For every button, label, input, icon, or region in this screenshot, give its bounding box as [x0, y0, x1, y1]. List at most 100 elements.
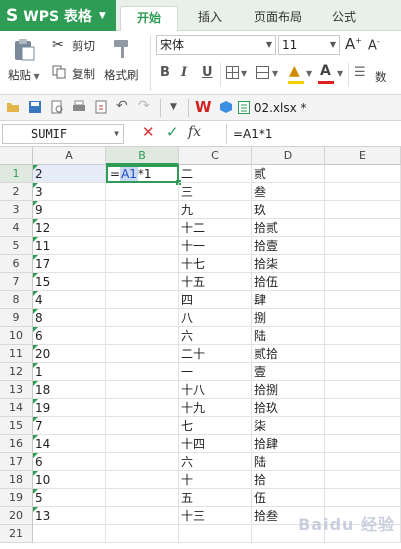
- row-header[interactable]: 11: [0, 345, 33, 363]
- cell-c5[interactable]: 十一: [179, 237, 252, 255]
- number-format-button[interactable]: 数: [375, 69, 387, 85]
- cell-c9[interactable]: 八: [179, 309, 252, 327]
- name-box[interactable]: SUMIF ▼: [2, 124, 124, 144]
- redo-icon[interactable]: ↷: [138, 98, 150, 114]
- merge-cells-icon[interactable]: [256, 66, 269, 79]
- increase-font-icon[interactable]: A+: [345, 35, 362, 53]
- decrease-font-icon[interactable]: A-: [368, 37, 380, 53]
- cell-a14[interactable]: 19: [33, 399, 106, 417]
- borders-icon[interactable]: [226, 66, 239, 79]
- cell-e2[interactable]: [325, 183, 401, 201]
- italic-button[interactable]: I: [181, 65, 187, 80]
- cell-b21[interactable]: [106, 525, 179, 543]
- cell-b7[interactable]: [106, 273, 179, 291]
- open-folder-icon[interactable]: [6, 100, 20, 114]
- row-header[interactable]: 13: [0, 381, 33, 399]
- cell-e3[interactable]: [325, 201, 401, 219]
- cell-a7[interactable]: 15: [33, 273, 106, 291]
- cell-e5[interactable]: [325, 237, 401, 255]
- cell-d19[interactable]: 伍: [252, 489, 325, 507]
- cell-d15[interactable]: 柒: [252, 417, 325, 435]
- cell-e12[interactable]: [325, 363, 401, 381]
- cell-b3[interactable]: [106, 201, 179, 219]
- cell-b15[interactable]: [106, 417, 179, 435]
- cell-d14[interactable]: 拾玖: [252, 399, 325, 417]
- select-all-corner[interactable]: [0, 147, 33, 165]
- align-icon[interactable]: ☰: [354, 65, 366, 80]
- cell-a16[interactable]: 14: [33, 435, 106, 453]
- formula-input[interactable]: =A1*1: [226, 124, 399, 144]
- font-color-icon[interactable]: A: [320, 63, 331, 79]
- column-header-d[interactable]: D: [252, 147, 325, 165]
- cell-e14[interactable]: [325, 399, 401, 417]
- undo-icon[interactable]: ↶: [116, 98, 128, 114]
- cell-a1[interactable]: 2: [33, 165, 106, 183]
- tab-insert[interactable]: 插入: [188, 6, 232, 31]
- column-header-a[interactable]: A: [33, 147, 106, 165]
- font-name-select[interactable]: 宋体 ▼: [156, 35, 276, 55]
- cell-a10[interactable]: 6: [33, 327, 106, 345]
- cell-b1[interactable]: =A1*1: [106, 165, 179, 183]
- cell-b19[interactable]: [106, 489, 179, 507]
- cell-a5[interactable]: 11: [33, 237, 106, 255]
- row-header[interactable]: 6: [0, 255, 33, 273]
- cell-a17[interactable]: 6: [33, 453, 106, 471]
- column-header-e[interactable]: E: [325, 147, 401, 165]
- cell-e10[interactable]: [325, 327, 401, 345]
- row-header[interactable]: 18: [0, 471, 33, 489]
- cell-c13[interactable]: 十八: [179, 381, 252, 399]
- cell-a20[interactable]: 13: [33, 507, 106, 525]
- row-header[interactable]: 8: [0, 291, 33, 309]
- cell-d6[interactable]: 拾柒: [252, 255, 325, 273]
- cell-a18[interactable]: 10: [33, 471, 106, 489]
- cell-c12[interactable]: 一: [179, 363, 252, 381]
- cell-b11[interactable]: [106, 345, 179, 363]
- cell-a8[interactable]: 4: [33, 291, 106, 309]
- cell-d17[interactable]: 陆: [252, 453, 325, 471]
- cell-d2[interactable]: 叁: [252, 183, 325, 201]
- file-tab[interactable]: 02.xlsx *: [238, 98, 307, 118]
- cell-b17[interactable]: [106, 453, 179, 471]
- row-header[interactable]: 19: [0, 489, 33, 507]
- cell-b14[interactable]: [106, 399, 179, 417]
- underline-button[interactable]: U: [202, 65, 213, 80]
- cell-c7[interactable]: 十五: [179, 273, 252, 291]
- cell-a4[interactable]: 12: [33, 219, 106, 237]
- cell-c21[interactable]: [179, 525, 252, 543]
- cell-e16[interactable]: [325, 435, 401, 453]
- row-header[interactable]: 12: [0, 363, 33, 381]
- row-header[interactable]: 9: [0, 309, 33, 327]
- cell-c20[interactable]: 十三: [179, 507, 252, 525]
- cell-d11[interactable]: 贰拾: [252, 345, 325, 363]
- cell-b4[interactable]: [106, 219, 179, 237]
- row-header[interactable]: 21: [0, 525, 33, 543]
- cell-b20[interactable]: [106, 507, 179, 525]
- cut-button[interactable]: 剪切: [72, 38, 95, 54]
- cell-b5[interactable]: [106, 237, 179, 255]
- chevron-down-icon[interactable]: ▼: [337, 69, 343, 78]
- row-header[interactable]: 2: [0, 183, 33, 201]
- cell-c8[interactable]: 四: [179, 291, 252, 309]
- cell-d13[interactable]: 拾捌: [252, 381, 325, 399]
- cloud-cube-icon[interactable]: [219, 100, 233, 114]
- cell-e19[interactable]: [325, 489, 401, 507]
- cell-e1[interactable]: [325, 165, 401, 183]
- cell-e18[interactable]: [325, 471, 401, 489]
- cell-d10[interactable]: 陆: [252, 327, 325, 345]
- cell-b9[interactable]: [106, 309, 179, 327]
- cell-c10[interactable]: 六: [179, 327, 252, 345]
- cell-b2[interactable]: [106, 183, 179, 201]
- cell-b18[interactable]: [106, 471, 179, 489]
- column-header-b[interactable]: B: [106, 147, 179, 165]
- cell-a12[interactable]: 1: [33, 363, 106, 381]
- cell-d16[interactable]: 拾肆: [252, 435, 325, 453]
- cell-c4[interactable]: 十二: [179, 219, 252, 237]
- paste-icon[interactable]: [12, 37, 36, 61]
- cell-c11[interactable]: 二十: [179, 345, 252, 363]
- cell-c2[interactable]: 三: [179, 183, 252, 201]
- cell-e15[interactable]: [325, 417, 401, 435]
- cell-c15[interactable]: 七: [179, 417, 252, 435]
- cell-e4[interactable]: [325, 219, 401, 237]
- app-menu-button[interactable]: S WPS 表格 ▼: [0, 0, 116, 31]
- cell-c18[interactable]: 十: [179, 471, 252, 489]
